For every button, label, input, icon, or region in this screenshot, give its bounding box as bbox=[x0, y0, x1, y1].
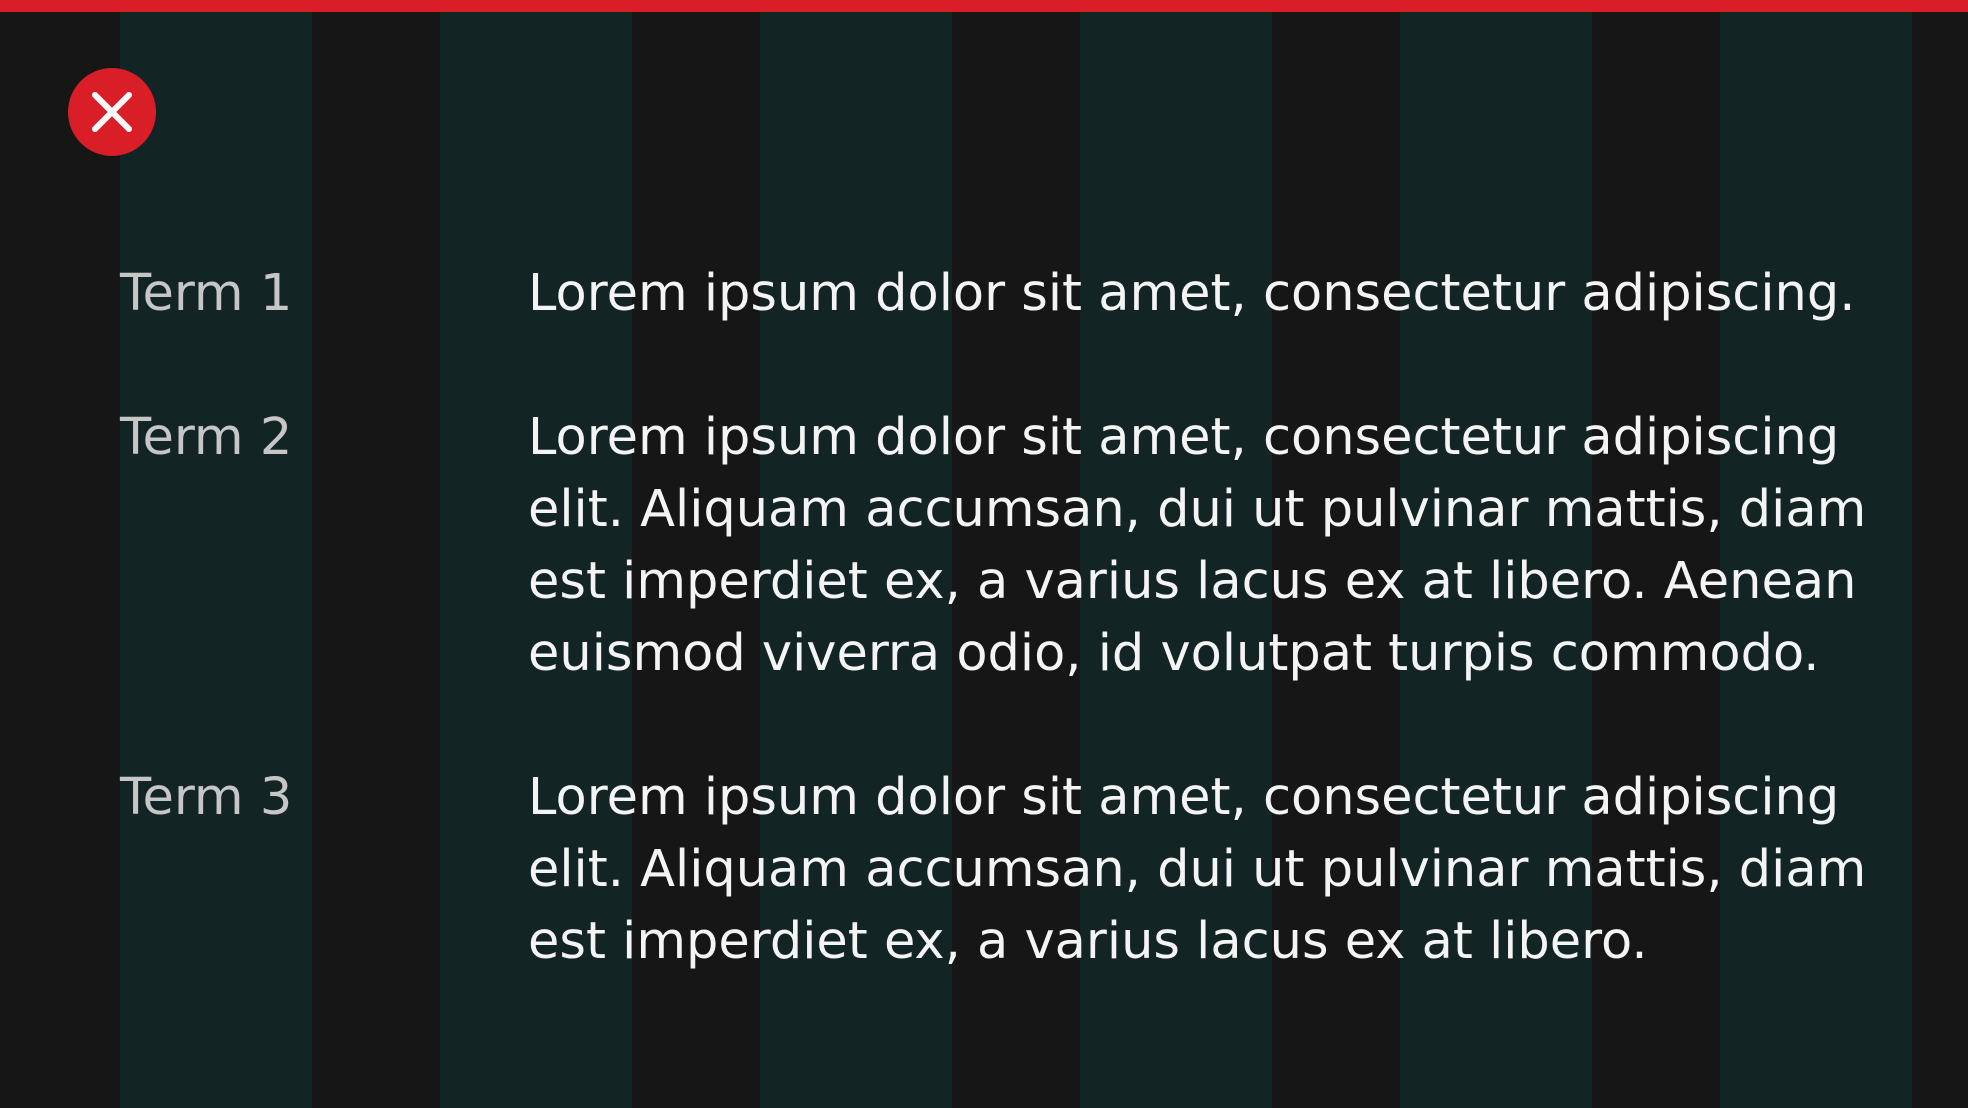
error-close-icon bbox=[68, 68, 156, 156]
definition-description: Lorem ipsum dolor sit amet, consectetur … bbox=[528, 768, 1867, 971]
definition-term: Term 2 bbox=[120, 408, 293, 467]
definition-list: Term 1 Lorem ipsum dolor sit amet, conse… bbox=[120, 258, 1940, 978]
definition-row: Term 2 Lorem ipsum dolor sit amet, conse… bbox=[120, 402, 1940, 690]
definition-term: Term 1 bbox=[120, 264, 293, 323]
definition-description: Lorem ipsum dolor sit amet, consectetur … bbox=[528, 264, 1856, 323]
definition-row: Term 3 Lorem ipsum dolor sit amet, conse… bbox=[120, 762, 1940, 978]
top-accent-bar bbox=[0, 0, 1968, 12]
x-mark-icon bbox=[92, 92, 132, 132]
definition-term: Term 3 bbox=[120, 768, 293, 827]
definition-row: Term 1 Lorem ipsum dolor sit amet, conse… bbox=[120, 258, 1940, 330]
definition-description: Lorem ipsum dolor sit amet, consectetur … bbox=[528, 408, 1867, 683]
